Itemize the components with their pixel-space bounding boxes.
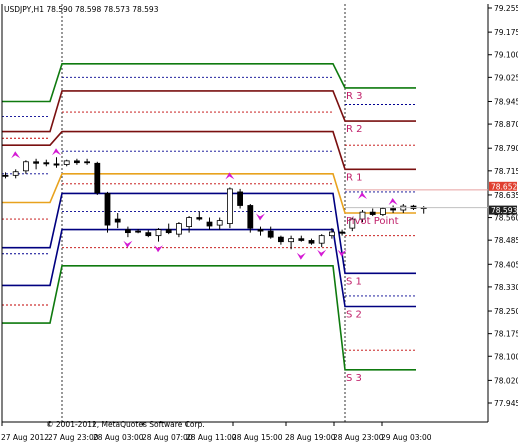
candle-bear: [267, 230, 274, 238]
y-tick-label: 78.635: [494, 191, 518, 200]
candle-bear: [206, 221, 213, 227]
candle-bear: [237, 191, 244, 206]
y-tick-label: 78.870: [494, 120, 518, 129]
y-tick-label: 79.175: [494, 28, 518, 37]
level-label-p: Pivot Point: [346, 216, 399, 227]
candle-bull: [175, 223, 182, 235]
candle-bear: [339, 231, 346, 234]
x-tick-label: 28 Aug 11:00: [186, 433, 237, 442]
y-tick-label: 77.945: [494, 399, 518, 408]
candle-bear: [165, 229, 172, 234]
candle-bear: [247, 205, 254, 229]
candle-bear: [369, 211, 376, 215]
candle-bear: [125, 229, 131, 234]
y-tick-label: 78.945: [494, 97, 518, 106]
y-tick-label: 79.255: [494, 4, 518, 13]
level-label-s3: S 3: [346, 373, 362, 384]
candle-bear: [53, 163, 60, 166]
candle-bull: [216, 220, 223, 226]
x-tick-label: 27 Aug 23:00: [48, 433, 99, 442]
y-tick-label: 78.485: [494, 236, 518, 245]
chart-background: [0, 0, 518, 444]
chart-window[interactable]: R 3 R 2 R 1 Pivot Point S 1 S 2 S 3 79.255 79.1…: [0, 0, 518, 444]
level-label-r3: R 3: [346, 91, 363, 102]
y-tick-label: 78.020: [494, 376, 518, 385]
candle-bull: [288, 238, 295, 243]
candle-bear: [277, 236, 284, 243]
symbol-header: USDJPY,H1 78.590 78.598 78.573 78.593: [4, 5, 159, 14]
x-tick-label: 29 Aug 03:00: [381, 433, 432, 442]
x-tick-label: 27 Aug 2012: [1, 433, 49, 442]
candle-bull: [318, 235, 325, 244]
candle-bear: [33, 161, 39, 164]
candle-bear: [2, 174, 9, 177]
candle-bear: [145, 232, 152, 237]
y-tick-label: 79.100: [494, 51, 518, 60]
candle-bear: [43, 162, 50, 165]
candle-bear: [74, 160, 80, 164]
x-tick-label: 28 Aug 03:00: [93, 433, 144, 442]
level-label-s1: S 1: [346, 276, 362, 287]
candle-bear: [94, 162, 101, 194]
y-tick-label: 78.330: [494, 283, 518, 292]
candle-bear: [298, 238, 305, 241]
candle-bull: [155, 229, 162, 237]
level-label-s2: S 2: [346, 310, 362, 321]
candle-bull: [226, 188, 233, 224]
y-tick-label: 78.405: [494, 260, 518, 269]
candle-bear: [84, 161, 90, 164]
candle-bear: [196, 217, 203, 220]
candle-bear: [135, 230, 142, 233]
copyright-text: © 2001-2012, MetaQuotes Software Corp.: [46, 420, 205, 429]
y-tick-label: 78.715: [494, 167, 518, 176]
x-tick-label: 28 Aug 15:00: [232, 433, 283, 442]
candle-bear: [308, 240, 315, 244]
price-tag-label: 78.652: [491, 182, 517, 191]
price-chart[interactable]: R 3 R 2 R 1 Pivot Point S 1 S 2 S 3 79.255 79.1…: [0, 0, 518, 444]
candle-bull: [186, 217, 193, 228]
y-tick-label: 78.100: [494, 352, 518, 361]
y-tick-label: 78.175: [494, 330, 518, 339]
candle-bear: [390, 208, 397, 211]
level-label-r1: R 1: [346, 172, 363, 183]
candle-bull: [63, 160, 70, 165]
x-tick-label: 28 Aug 23:00: [333, 433, 384, 442]
y-tick-label: 78.790: [494, 144, 518, 153]
candle-bear: [104, 193, 111, 226]
candle-bear: [114, 218, 121, 223]
level-label-r2: R 2: [346, 124, 363, 135]
x-tick-label: 28 Aug 19:00: [285, 433, 336, 442]
candle-bull: [22, 161, 29, 172]
candle-bull: [12, 171, 19, 176]
y-tick-label: 78.250: [494, 307, 518, 316]
candle-bear: [257, 229, 264, 232]
candle-bull: [328, 231, 335, 237]
y-tick-label: 79.025: [494, 73, 518, 82]
price-tag-label: 78.593: [491, 206, 517, 215]
candle-bull: [379, 208, 386, 215]
